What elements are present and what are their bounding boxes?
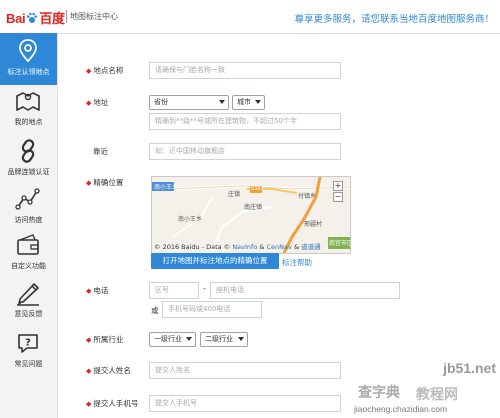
chevron-down-icon (238, 337, 244, 341)
daodaotong-link[interactable]: 道道通 (301, 243, 321, 251)
logo-text-left: Bai (6, 11, 26, 26)
map-label: 南小王乡 (154, 184, 179, 191)
sidebar-item-my-places[interactable]: 我的地点 (0, 83, 57, 135)
watermark: jb51.net 查字典 教程网 jiaocheng.chazidian.com (350, 358, 500, 418)
sidebar-item-custom[interactable]: 自定义功能 (0, 227, 57, 279)
near-input[interactable]: 如：近中国移动旗舰店 (149, 143, 341, 160)
map-label: 南庄镇 (244, 204, 263, 211)
sidebar-item-label: 自定义功能 (11, 262, 46, 270)
map-label: 付镇乡 (298, 193, 317, 200)
sidebar-item-label: 标注认领地点 (7, 68, 50, 76)
industry-level2-select[interactable]: 二级行业 (200, 332, 248, 347)
watermark-site2: jiaocheng.chazidian.com (354, 404, 448, 414)
city-select[interactable]: 城市 (232, 95, 265, 110)
logo-text-right: 百度 (39, 11, 65, 26)
baidu-logo[interactable]: Bai 百度 (6, 8, 65, 27)
trend-line-icon (15, 188, 40, 210)
chevron-down-icon (219, 100, 225, 104)
sidebar-item-visits[interactable]: 访问热度 (0, 181, 57, 233)
sidebar-item-label: 我的地点 (14, 118, 43, 126)
map-road-label: S303 (251, 186, 264, 192)
submitter-name-input[interactable]: 提交人姓名 (149, 362, 341, 379)
map-icon (16, 92, 40, 111)
map-label: 南小王乡 (178, 216, 203, 223)
address-detail-input[interactable]: 精确到**路**号或所在建筑物，不超过50个字 (149, 113, 341, 130)
watermark-site1: jb51.net (443, 360, 496, 376)
cennav-link[interactable]: CenNav (267, 243, 292, 251)
address-label: ◆ 地址 (86, 98, 109, 107)
mobile-input[interactable]: 手机号码或400电话 (162, 301, 262, 318)
location-label: ◆ 精确位置 (86, 178, 124, 187)
industry-label: ◆ 所属行业 (86, 335, 124, 344)
navinfo-link[interactable]: NavInfo (232, 243, 257, 251)
sidebar-item-label: 访问热度 (14, 216, 43, 224)
near-label: 靠近 (93, 147, 108, 156)
sidebar-item-label: 意见反馈 (14, 310, 43, 318)
or-text: 或 (151, 306, 159, 315)
map-label: 南宫市区 (329, 240, 351, 247)
submitter-name-label: ◆ 提交人姓名 (86, 366, 131, 375)
logo-divider (66, 10, 67, 23)
sidebar-item-brand-cert[interactable]: 品牌连锁认证 (0, 133, 57, 185)
location-map[interactable]: 南小王乡 庄镇 南庄镇 S303 邢疆村 付镇乡 南宫市区 南小王乡 + − ©… (151, 176, 351, 254)
svg-text:?: ? (25, 338, 31, 349)
map-copyright: © 2016 Baidu - Data © NavInfo & CenNav &… (154, 243, 321, 251)
map-label: 邢疆村 (304, 221, 323, 228)
sidebar-item-faq[interactable]: ? 常见问题 (0, 325, 57, 377)
location-pin-icon (19, 39, 37, 63)
sidebar-item-label: 常见问题 (14, 360, 43, 368)
province-select[interactable]: 省份 (149, 95, 229, 110)
phone-dash: - (203, 284, 206, 293)
chevron-down-icon (255, 100, 261, 104)
sidebar-item-feedback[interactable]: 意见反馈 (0, 275, 57, 327)
zoom-out-button[interactable]: − (333, 192, 343, 202)
sidebar: 标注认领地点 我的地点 品牌连锁认证 访问热度 自定义功能 意见反馈 ? 常见问… (0, 33, 58, 418)
zoom-in-button[interactable]: + (333, 181, 343, 191)
area-code-input[interactable]: 区号 (149, 282, 199, 299)
watermark-line1: 查字典 (358, 384, 400, 400)
sidebar-item-label: 品牌连锁认证 (7, 168, 50, 176)
top-header: Bai 百度 地图标注中心 尊享更多服务，请您联系当地百度地图服务商！ (0, 0, 500, 34)
industry-level1-select[interactable]: 一级行业 (149, 332, 196, 347)
baidu-paw-icon (27, 12, 38, 23)
place-name-label: ◆ 地点名称 (86, 66, 124, 75)
pencil-icon (17, 283, 39, 306)
submitter-phone-input[interactable]: 提交人手机号 (149, 395, 341, 412)
open-map-button[interactable]: 打开地图并标注地点的精确位置 (151, 253, 279, 269)
phone-label: ◆ 电话 (86, 286, 109, 295)
chevron-down-icon (186, 337, 192, 341)
wallet-icon (17, 234, 39, 255)
submitter-phone-label: ◆ 提交人手机号 (86, 399, 139, 408)
site-subtitle: 地图标注中心 (70, 12, 118, 21)
sidebar-item-claim-place[interactable]: 标注认领地点 (0, 33, 57, 85)
map-label: 庄镇 (228, 191, 241, 198)
map-help-link[interactable]: 标注帮助 (282, 257, 312, 268)
watermark-line2: 教程网 (416, 386, 458, 402)
question-icon: ? (18, 334, 38, 353)
place-name-input[interactable]: 请确保与门脸名称一致 (149, 62, 341, 79)
landline-input[interactable]: 座机电话 (210, 282, 400, 299)
link-icon (21, 139, 35, 163)
header-notice: 尊享更多服务，请您联系当地百度地图服务商！ (294, 14, 494, 25)
